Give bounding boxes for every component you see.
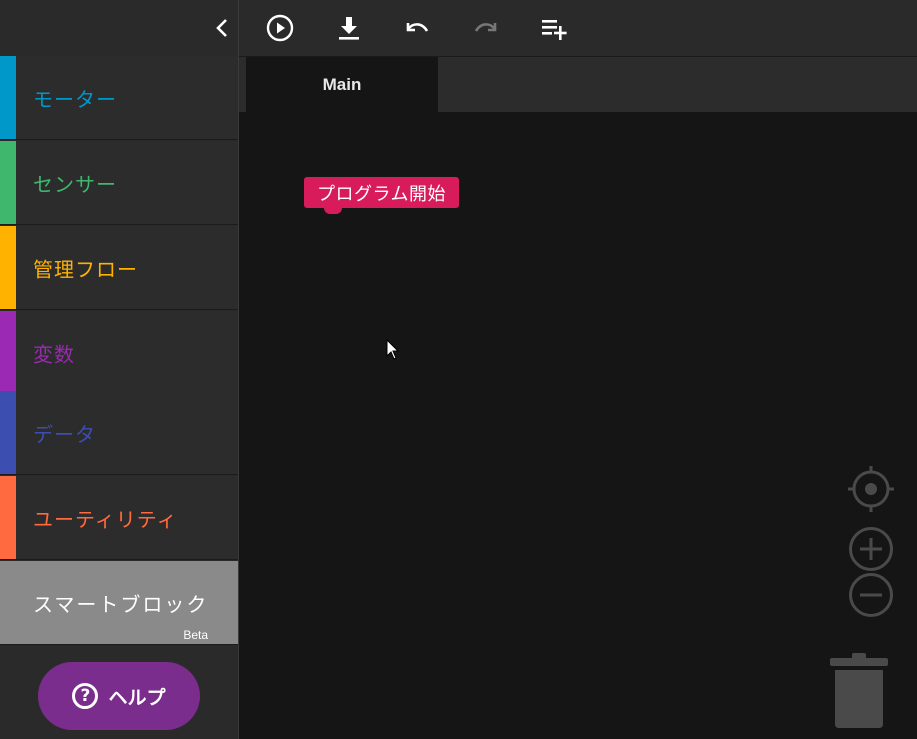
tab-label: Main bbox=[322, 74, 362, 94]
recenter-icon[interactable] bbox=[846, 464, 896, 514]
category-color-stripe bbox=[0, 226, 16, 309]
block-connector bbox=[324, 207, 342, 214]
category-color-stripe bbox=[0, 476, 16, 559]
category-color-stripe bbox=[0, 56, 16, 139]
help-button[interactable]: ? ヘルプ bbox=[38, 662, 200, 730]
category-label: 管理フロー bbox=[33, 257, 138, 281]
category-sensor[interactable]: センサー bbox=[0, 141, 238, 225]
zoom-out-icon[interactable] bbox=[848, 572, 894, 618]
help-circle-icon: ? bbox=[72, 683, 99, 709]
category-motor[interactable]: モーター bbox=[0, 56, 238, 140]
category-control-flow[interactable]: 管理フロー bbox=[0, 226, 238, 310]
tab-bar: Main bbox=[239, 57, 917, 112]
trash-icon[interactable] bbox=[828, 652, 890, 730]
chevron-left-icon bbox=[216, 19, 227, 37]
collapse-sidebar-button[interactable] bbox=[0, 0, 238, 57]
category-color-stripe bbox=[0, 391, 16, 474]
play-circle-icon[interactable] bbox=[266, 14, 294, 42]
redo-icon[interactable] bbox=[472, 14, 500, 42]
category-label: 変数 bbox=[33, 342, 75, 366]
program-start-block[interactable]: プログラム開始 bbox=[304, 177, 459, 214]
help-label: ヘルプ bbox=[108, 686, 166, 709]
tab-main[interactable]: Main bbox=[246, 57, 438, 112]
category-color-stripe bbox=[0, 311, 16, 394]
category-data[interactable]: データ bbox=[0, 391, 238, 475]
category-label: センサー bbox=[33, 172, 117, 196]
zoom-in-icon[interactable] bbox=[848, 526, 894, 572]
download-icon[interactable] bbox=[335, 14, 363, 42]
category-label: モーター bbox=[33, 87, 117, 111]
beta-badge: Beta bbox=[183, 628, 208, 642]
start-block-label: プログラム開始 bbox=[317, 183, 446, 205]
category-label: ユーティリティ bbox=[33, 507, 178, 531]
playlist-add-icon[interactable] bbox=[540, 14, 568, 42]
mouse-cursor-icon bbox=[386, 339, 400, 360]
toolbar bbox=[239, 0, 917, 57]
block-palette-sidebar: モーター センサー 管理フロー 変数 データ ユーティリティ スマートブロック … bbox=[0, 0, 239, 739]
category-variables[interactable]: 変数 bbox=[0, 311, 238, 395]
undo-icon[interactable] bbox=[403, 14, 431, 42]
category-smart-block[interactable]: スマートブロック Beta bbox=[0, 561, 238, 645]
category-label: スマートブロック bbox=[33, 592, 209, 616]
category-label: データ bbox=[33, 422, 96, 446]
category-utility[interactable]: ユーティリティ bbox=[0, 476, 238, 560]
category-color-stripe bbox=[0, 141, 16, 224]
